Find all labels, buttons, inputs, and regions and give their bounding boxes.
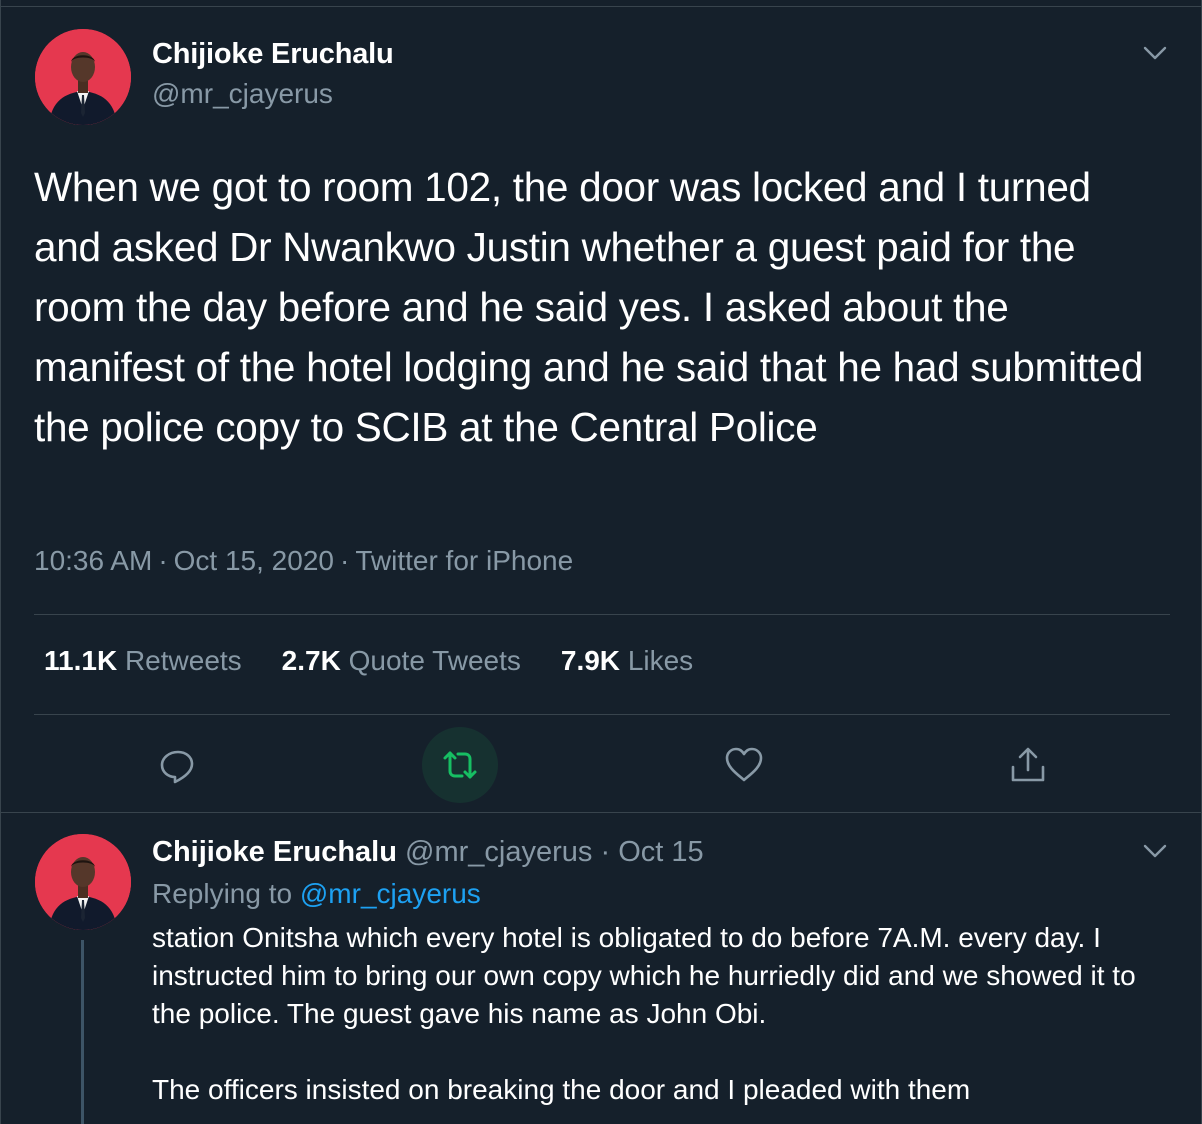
reply-date[interactable]: Oct 15 bbox=[618, 836, 703, 868]
author-avatar[interactable] bbox=[35, 29, 131, 125]
quotes-count: 2.7K bbox=[281, 645, 341, 676]
tweet-date[interactable]: Oct 15, 2020 bbox=[174, 545, 334, 576]
share-icon bbox=[1011, 747, 1045, 782]
tweet-detail-page: Chijioke Eruchalu @mr_cjayerus When we g… bbox=[0, 0, 1202, 1124]
quote-tweets-stat[interactable]: 2.7K Quote Tweets bbox=[282, 645, 521, 677]
top-border bbox=[1, 6, 1201, 7]
reply-header: Chijioke Eruchalu @mr_cjayerus · Oct 15 bbox=[152, 836, 704, 869]
reply-separator: · bbox=[600, 836, 611, 868]
retweet-icon bbox=[443, 751, 477, 779]
likes-stat[interactable]: 7.9K Likes bbox=[561, 645, 693, 677]
reply-author-avatar[interactable] bbox=[35, 834, 131, 930]
like-button[interactable] bbox=[706, 727, 782, 803]
reply-button[interactable] bbox=[139, 727, 215, 803]
reply-more-options-chevron-icon[interactable] bbox=[1140, 836, 1170, 866]
reply-icon bbox=[160, 750, 194, 784]
more-options-chevron-icon[interactable] bbox=[1140, 38, 1170, 68]
divider bbox=[34, 714, 1170, 715]
replying-prefix: Replying to bbox=[152, 878, 293, 909]
tweet-source[interactable]: Twitter for iPhone bbox=[355, 545, 573, 576]
tweet-stats: 11.1K Retweets 2.7K Quote Tweets 7.9K Li… bbox=[44, 645, 733, 677]
retweets-stat[interactable]: 11.1K Retweets bbox=[44, 645, 242, 677]
replying-to: Replying to @mr_cjayerus bbox=[152, 878, 481, 910]
like-icon bbox=[725, 747, 763, 782]
reply-author-name[interactable]: Chijioke Eruchalu bbox=[152, 836, 397, 868]
quotes-label: Quote Tweets bbox=[348, 645, 521, 676]
meta-separator: · bbox=[158, 545, 168, 576]
likes-label: Likes bbox=[627, 645, 694, 676]
tweet-meta: 10:36 AM · Oct 15, 2020 · Twitter for iPhone bbox=[34, 545, 573, 577]
retweets-count: 11.1K bbox=[44, 645, 118, 676]
reply-tweet-text: station Onitsha which every hotel is obl… bbox=[152, 922, 1136, 1105]
thread-line bbox=[81, 940, 84, 1124]
meta-separator: · bbox=[339, 545, 350, 576]
retweets-label: Retweets bbox=[124, 645, 242, 676]
author-handle[interactable]: @mr_cjayerus bbox=[152, 78, 333, 110]
share-button[interactable] bbox=[990, 727, 1066, 803]
divider bbox=[34, 614, 1170, 615]
tweet-text: When we got to room 102, the door was lo… bbox=[34, 164, 1144, 450]
retweet-button[interactable] bbox=[422, 727, 498, 803]
author-name[interactable]: Chijioke Eruchalu bbox=[152, 38, 394, 71]
tweet-time[interactable]: 10:36 AM bbox=[34, 545, 152, 576]
reply-author-handle[interactable]: @mr_cjayerus bbox=[405, 836, 592, 868]
likes-count: 7.9K bbox=[560, 645, 621, 676]
tweet-divider bbox=[1, 812, 1201, 813]
replying-to-handle-link[interactable]: @mr_cjayerus bbox=[300, 878, 481, 909]
